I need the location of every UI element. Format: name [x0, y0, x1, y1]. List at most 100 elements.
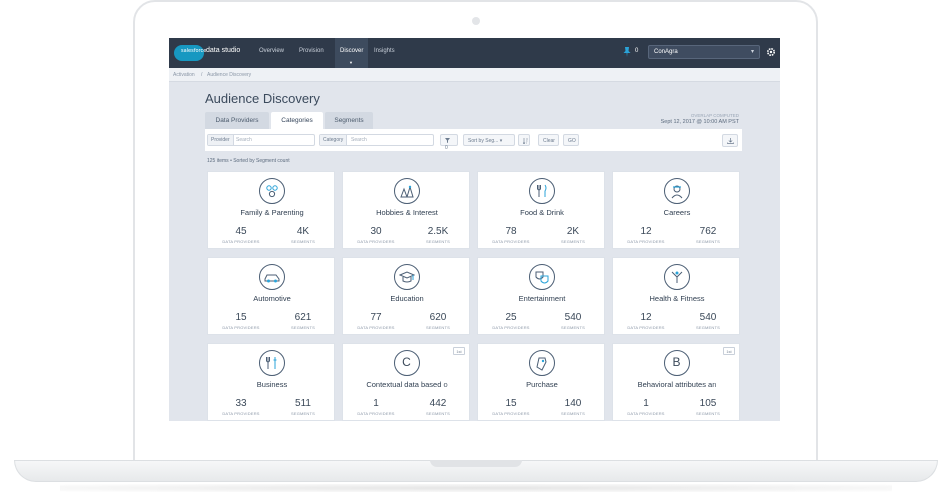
- page-title: Audience Discovery: [205, 91, 320, 106]
- breadcrumb-current: Audience Discovery: [207, 72, 252, 78]
- segment-count-label: SEGMENTS: [695, 411, 721, 416]
- provider-count: 45: [235, 226, 247, 237]
- family-icon: [259, 178, 285, 204]
- provider-count-label: DATA PROVIDERS: [357, 325, 395, 330]
- breadcrumb-activation[interactable]: Activation: [173, 72, 195, 78]
- card-title: Careers: [663, 208, 691, 217]
- first-party-badge: 1st: [453, 347, 465, 355]
- category-card[interactable]: Entertainment 25 DATA PROVIDERS 540 SEGM…: [477, 257, 605, 335]
- provider-count: 78: [505, 226, 517, 237]
- download-button[interactable]: [722, 134, 738, 147]
- provider-count: 1: [643, 398, 649, 409]
- download-icon: [727, 138, 734, 144]
- category-card[interactable]: Hobbies & Interest 30 DATA PROVIDERS 2.5…: [342, 171, 470, 249]
- salesforce-logo[interactable]: salesforce: [174, 45, 206, 61]
- provider-count: 1: [373, 398, 379, 409]
- graduation-cap-icon: [394, 264, 420, 290]
- card-title: Food & Drink: [520, 208, 564, 217]
- tab-categories[interactable]: Categories: [271, 112, 323, 129]
- provider-count: 77: [370, 312, 382, 323]
- provider-count-label: DATA PROVIDERS: [627, 325, 665, 330]
- masks-icon: [529, 264, 555, 290]
- category-card[interactable]: Food & Drink 78 DATA PROVIDERS 2K SEGMEN…: [477, 171, 605, 249]
- tab-segments[interactable]: Segments: [325, 112, 373, 129]
- card-title: Business: [256, 380, 288, 389]
- segment-count-label: SEGMENTS: [290, 239, 316, 244]
- card-title: Hobbies & Interest: [376, 208, 438, 217]
- category-card[interactable]: B 1st Behavioral attributes an 1 DATA PR…: [612, 343, 740, 421]
- segment-count-label: SEGMENTS: [560, 411, 586, 416]
- breadcrumb-separator: /: [201, 72, 203, 78]
- go-button[interactable]: GO: [563, 134, 579, 146]
- nav-active-caret: ▼: [349, 60, 353, 65]
- chevron-down-icon: ▾: [750, 49, 754, 55]
- result-count: 125 items • Sorted by Segment count: [207, 158, 290, 164]
- careers-icon: [664, 178, 690, 204]
- app-name: data studio: [206, 47, 241, 54]
- letter-b-icon: B: [664, 350, 690, 376]
- category-card[interactable]: Business 33 DATA PROVIDERS 511 SEGMENTS: [207, 343, 335, 421]
- overlap-label: OVERLAP COMPUTED: [690, 113, 739, 118]
- provider-count-label: DATA PROVIDERS: [492, 411, 530, 416]
- provider-count: 30: [370, 226, 382, 237]
- nav-insights[interactable]: Insights: [374, 48, 395, 54]
- card-title: Family & Parenting: [240, 208, 304, 217]
- tag-icon: [529, 350, 555, 376]
- hobbies-icon: [394, 178, 420, 204]
- filter-button[interactable]: 0: [440, 134, 458, 151]
- segment-count-label: SEGMENTS: [560, 325, 586, 330]
- segment-count: 2.5K: [427, 226, 449, 237]
- camera: [472, 17, 480, 25]
- category-card[interactable]: Automotive 15 DATA PROVIDERS 621 SEGMENT…: [207, 257, 335, 335]
- category-card[interactable]: C 1st Contextual data based o 1 DATA PRO…: [342, 343, 470, 421]
- segment-count: 540: [699, 312, 717, 323]
- nav-discover[interactable]: Discover: [340, 48, 363, 54]
- category-card[interactable]: Health & Fitness 12 DATA PROVIDERS 540 S…: [612, 257, 740, 335]
- segment-count: 140: [564, 398, 582, 409]
- provider-count: 33: [235, 398, 247, 409]
- letter-c-icon: C: [394, 350, 420, 376]
- nav-provision[interactable]: Provision: [299, 48, 324, 54]
- provider-count-label: DATA PROVIDERS: [357, 411, 395, 416]
- gear-icon[interactable]: [766, 47, 776, 57]
- segment-count: 540: [564, 312, 582, 323]
- filter-icon: [445, 138, 450, 143]
- laptop-notch: [430, 460, 522, 467]
- fitness-icon: [664, 264, 690, 290]
- filter-bar: Provider Search Category Search 0 Sort b…: [205, 129, 742, 151]
- filter-count: 0: [445, 145, 448, 151]
- breadcrumb: Activation / Audience Discovery: [169, 68, 780, 82]
- segment-count: 4K: [296, 226, 310, 237]
- segment-count: 511: [295, 398, 311, 409]
- sort-direction-button[interactable]: [518, 134, 530, 146]
- category-card[interactable]: Careers 12 DATA PROVIDERS 762 SEGMENTS: [612, 171, 740, 249]
- segment-count: 762: [699, 226, 717, 237]
- provider-count: 12: [640, 226, 652, 237]
- app-screen: salesforce data studio Overview Provisio…: [169, 38, 780, 421]
- segment-count-label: SEGMENTS: [560, 239, 586, 244]
- nav-overview[interactable]: Overview: [259, 48, 284, 54]
- card-title: Behavioral attributes an: [637, 380, 717, 389]
- card-title: Purchase: [526, 380, 558, 389]
- category-card[interactable]: Family & Parenting 45 DATA PROVIDERS 4K …: [207, 171, 335, 249]
- org-select[interactable]: ConAgra ▾: [648, 45, 760, 59]
- top-nav: salesforce data studio Overview Provisio…: [169, 38, 780, 68]
- segment-count-label: SEGMENTS: [695, 239, 721, 244]
- sort-icon: [522, 138, 528, 145]
- provider-count: 25: [505, 312, 517, 323]
- provider-count-label: DATA PROVIDERS: [222, 325, 260, 330]
- segment-count-label: SEGMENTS: [425, 325, 451, 330]
- overlap-date: Sept 12, 2017 @ 10:00 AM PST: [660, 119, 739, 125]
- pin-icon[interactable]: [623, 47, 631, 57]
- provider-count-label: DATA PROVIDERS: [357, 239, 395, 244]
- tab-data-providers[interactable]: Data Providers: [205, 112, 269, 129]
- provider-count-label: DATA PROVIDERS: [492, 325, 530, 330]
- sort-select[interactable]: Sort by Seg... ▾: [463, 134, 515, 146]
- provider-count-label: DATA PROVIDERS: [627, 411, 665, 416]
- category-card[interactable]: Education 77 DATA PROVIDERS 620 SEGMENTS: [342, 257, 470, 335]
- segment-count: 621: [294, 312, 312, 323]
- provider-search-input[interactable]: Provider Search: [207, 134, 315, 146]
- category-search-input[interactable]: Category Search: [319, 134, 434, 146]
- category-card[interactable]: Purchase 15 DATA PROVIDERS 140 SEGMENTS: [477, 343, 605, 421]
- clear-button[interactable]: Clear: [538, 134, 559, 146]
